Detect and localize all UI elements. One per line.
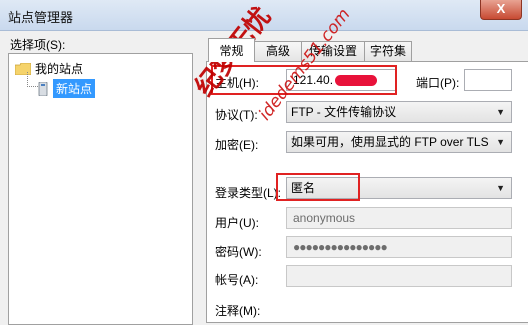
account-label: 帐号(A): bbox=[215, 273, 259, 287]
user-label: 用户(U): bbox=[215, 216, 259, 230]
window-title: 站点管理器 bbox=[8, 10, 74, 25]
host-value: 121.40. bbox=[293, 73, 334, 87]
close-button[interactable]: X bbox=[480, 0, 522, 20]
chevron-down-icon: ▼ bbox=[496, 107, 505, 117]
encryption-select[interactable]: 如果可用，使用显式的 FTP over TLS ▼ bbox=[286, 131, 512, 153]
tab-transfer-settings[interactable]: 传输设置 bbox=[301, 41, 365, 61]
tab-general[interactable]: 常规 bbox=[208, 38, 255, 62]
host-label: 主机(H): bbox=[215, 76, 259, 90]
protocol-label: 协议(T): bbox=[215, 108, 258, 122]
login-type-label: 登录类型(L): bbox=[215, 186, 282, 200]
tree-node-new-site[interactable]: 新站点 bbox=[37, 79, 96, 98]
redaction-mark bbox=[335, 75, 378, 87]
login-type-select[interactable]: 匿名 ▼ bbox=[286, 177, 512, 199]
port-label: 端口(P): bbox=[416, 76, 460, 90]
tab-charset[interactable]: 字符集 bbox=[364, 41, 412, 61]
chevron-down-icon: ▼ bbox=[496, 183, 505, 193]
site-tree[interactable]: 我的站点 新站点 bbox=[8, 53, 193, 325]
tree-node-label: 我的站点 bbox=[35, 62, 84, 76]
login-type-value: 匿名 bbox=[291, 181, 316, 195]
account-input[interactable] bbox=[286, 265, 512, 287]
title-bar: 站点管理器 X bbox=[0, 0, 528, 31]
port-input[interactable] bbox=[464, 69, 512, 91]
user-input[interactable]: anonymous bbox=[286, 207, 512, 229]
tab-advanced[interactable]: 高级 bbox=[254, 41, 302, 61]
protocol-select[interactable]: FTP - 文件传输协议 ▼ bbox=[286, 101, 512, 123]
select-entry-label: 选择项(S): bbox=[10, 38, 66, 52]
host-input[interactable]: 121.40. bbox=[286, 69, 396, 91]
comment-label: 注释(M): bbox=[215, 304, 261, 318]
protocol-value: FTP - 文件传输协议 bbox=[291, 105, 397, 119]
password-input[interactable]: ●●●●●●●●●●●●●●● bbox=[286, 236, 512, 258]
server-icon bbox=[38, 81, 48, 96]
encryption-value: 如果可用，使用显式的 FTP over TLS bbox=[291, 135, 489, 149]
password-label: 密码(W): bbox=[215, 245, 262, 259]
tree-node-my-sites[interactable]: 我的站点 bbox=[15, 60, 83, 77]
chevron-down-icon: ▼ bbox=[496, 137, 505, 147]
tree-node-label: 新站点 bbox=[53, 79, 96, 98]
encryption-label: 加密(E): bbox=[215, 138, 259, 152]
